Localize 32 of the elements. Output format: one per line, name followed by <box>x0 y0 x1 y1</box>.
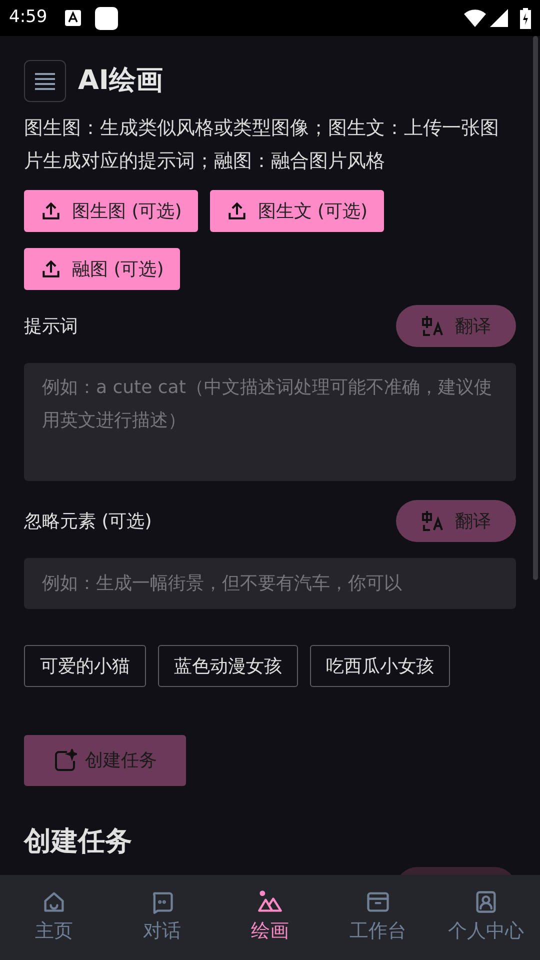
upload-icon <box>40 200 62 222</box>
signal-icon <box>490 9 508 27</box>
nav-tab[interactable]: 个人中心 <box>432 875 540 960</box>
menu-button[interactable] <box>24 60 66 102</box>
preset-chip[interactable]: 蓝色动漫女孩 <box>158 645 298 687</box>
prompt-field[interactable]: 例如：a cute cat（中文描述词处理可能不准确，建议使用英文进行描述） <box>24 363 516 481</box>
preset-chip[interactable]: 吃西瓜小女孩 <box>310 645 450 687</box>
upload-button[interactable]: 图生图 (可选) <box>24 190 198 232</box>
preset-chip[interactable]: 可爱的小猫 <box>24 645 146 687</box>
field-label: 忽略元素 (可选) <box>24 510 152 534</box>
wifi-icon <box>464 9 486 27</box>
upload-icon <box>40 258 62 280</box>
tasks-heading: 创建任务 <box>24 825 133 859</box>
menu-icon <box>35 72 55 90</box>
status-time: 4:59 <box>9 6 48 30</box>
upload-button[interactable]: 图生文 (可选) <box>210 190 384 232</box>
upload-button[interactable]: 融图 (可选) <box>24 248 180 290</box>
negative-prompt-field[interactable]: 例如：生成一幅街景，但不要有汽车，你可以 <box>24 558 516 609</box>
app-notification-icon <box>95 6 118 30</box>
page-title: AI绘画 <box>78 64 163 98</box>
nav-tab[interactable]: 对话 <box>108 875 216 960</box>
upload-icon <box>226 200 248 222</box>
nav-tab[interactable]: 主页 <box>0 875 108 960</box>
nav-tab[interactable]: 工作台 <box>324 875 432 960</box>
translate-icon <box>421 510 445 532</box>
field-label: 提示词 <box>24 314 78 338</box>
keyboard-notification-icon <box>65 10 82 26</box>
battery-icon <box>520 8 531 28</box>
sparkle-square-icon <box>53 748 77 772</box>
translate-icon <box>421 315 445 337</box>
description-text: 图生图：生成类似风格或类型图像；图生文：上传一张图片生成对应的提示词；融图：融合图片风格 <box>24 116 500 174</box>
nav-tab[interactable]: 绘画 <box>216 875 324 960</box>
